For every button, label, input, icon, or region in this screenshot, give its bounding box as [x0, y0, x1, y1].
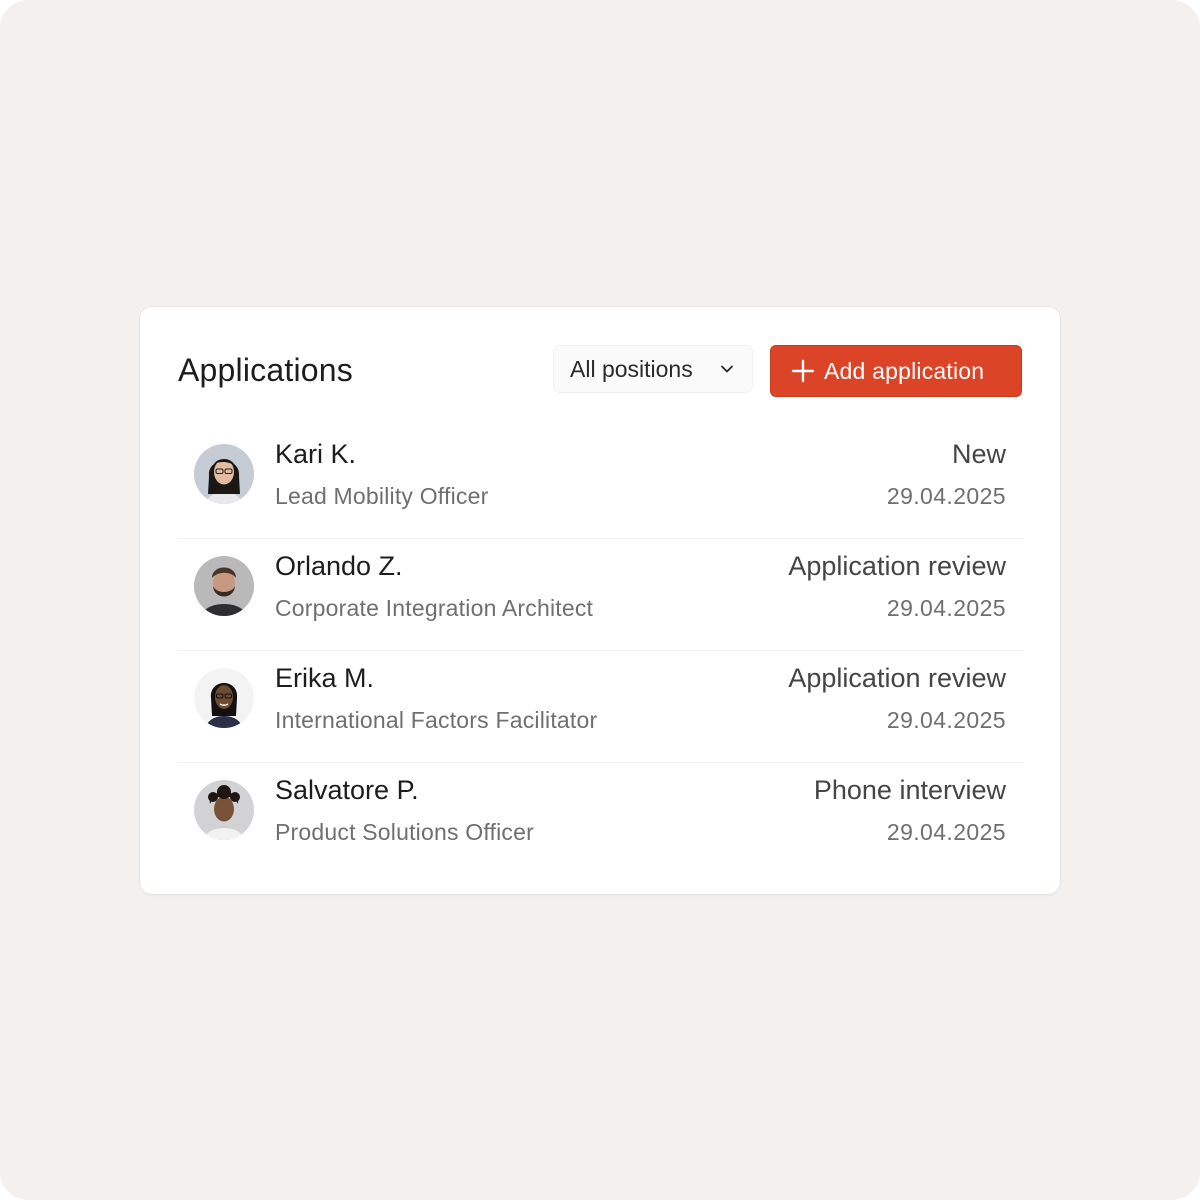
application-date: 29.04.2025	[886, 819, 1006, 845]
page-background: Applications All positions Add applicati…	[0, 0, 1200, 1200]
add-application-button[interactable]: Add application	[770, 345, 1022, 397]
avatar	[194, 780, 254, 840]
applications-list: Kari K. Lead Mobility Officer New 29.04.…	[178, 427, 1024, 875]
application-status: Application review	[788, 663, 1006, 693]
avatar	[194, 668, 254, 728]
applicant-name: Orlando Z.	[275, 551, 403, 581]
applicant-position: Corporate Integration Architect	[275, 595, 594, 621]
avatar	[194, 556, 254, 616]
applicant-position: Product Solutions Officer	[275, 819, 534, 845]
card-header: Applications All positions Add applicati…	[140, 307, 1060, 427]
applicant-name: Erika M.	[275, 663, 375, 693]
avatar	[194, 444, 254, 504]
list-item[interactable]: Salvatore P. Product Solutions Officer P…	[178, 763, 1024, 875]
application-date: 29.04.2025	[886, 483, 1006, 509]
add-application-label: Add application	[824, 357, 985, 384]
chevron-down-icon	[721, 365, 733, 373]
applicant-name: Kari K.	[275, 439, 357, 469]
application-date: 29.04.2025	[886, 707, 1006, 733]
applicant-name: Salvatore P.	[275, 775, 419, 805]
position-filter-dropdown[interactable]: All positions	[553, 345, 753, 393]
applicant-position: International Factors Facilitator	[275, 707, 598, 733]
applicant-position: Lead Mobility Officer	[275, 483, 489, 509]
applications-card: Applications All positions Add applicati…	[140, 307, 1060, 894]
position-filter-value: All positions	[570, 355, 693, 382]
list-item[interactable]: Orlando Z. Corporate Integration Archite…	[178, 539, 1024, 651]
list-item[interactable]: Erika M. International Factors Facilitat…	[178, 651, 1024, 763]
list-item[interactable]: Kari K. Lead Mobility Officer New 29.04.…	[178, 427, 1024, 539]
application-status: Application review	[788, 551, 1006, 581]
page-title: Applications	[178, 352, 353, 388]
plus-icon	[791, 359, 815, 383]
application-date: 29.04.2025	[886, 595, 1006, 621]
application-status: Phone interview	[813, 775, 1006, 805]
application-status: New	[951, 439, 1006, 469]
